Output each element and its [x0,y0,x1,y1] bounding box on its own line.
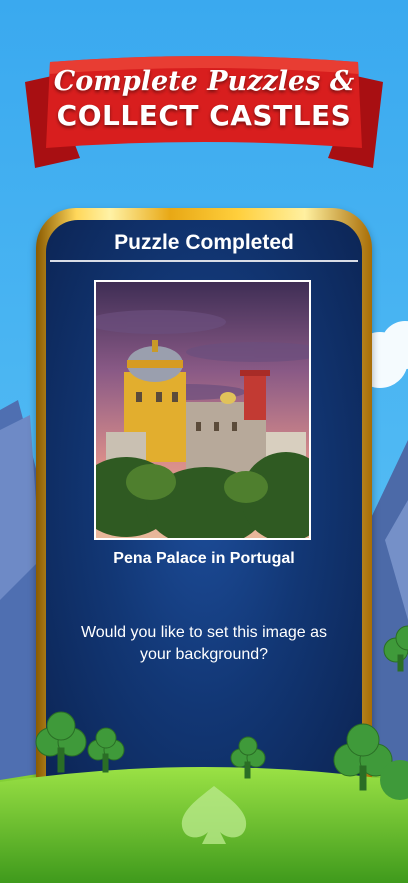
title-divider [50,260,358,262]
castle-photo[interactable] [94,280,311,540]
puzzle-completed-dialog: Puzzle Completed Pena Palace in Portugal… [46,220,362,828]
phone-frame: Puzzle Completed Pena Palace in Portugal… [36,208,372,828]
set-background-prompt: Would you like to set this image as your… [80,624,328,663]
photo-caption: Pena Palace in Portugal [113,550,295,567]
banner-headline: Complete Puzzles & [53,66,355,97]
app-screen: Complete Puzzles & COLLECT CASTLES Puzzl… [0,0,408,883]
banner-subheadline: COLLECT CASTLES [56,99,352,132]
dialog-title: Puzzle Completed [114,231,294,254]
banner-text: Complete Puzzles & COLLECT CASTLES [0,66,408,134]
